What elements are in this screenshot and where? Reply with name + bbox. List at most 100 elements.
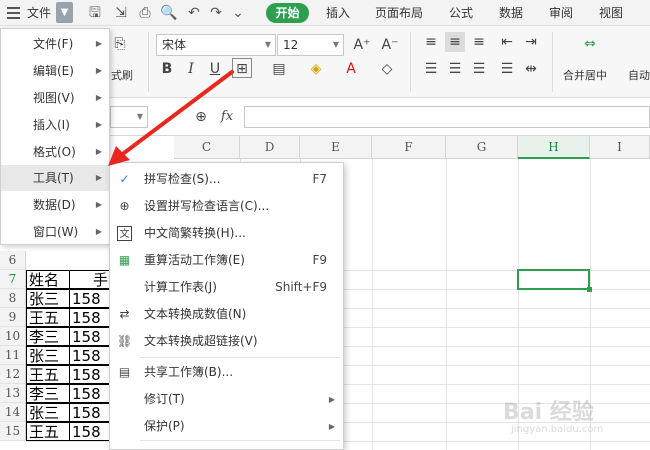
fx-label[interactable]: fx (217, 107, 237, 127)
selected-cell-h7[interactable] (517, 269, 592, 292)
table-cell[interactable]: 158 (69, 403, 111, 422)
table-cell[interactable]: 李三 (26, 327, 70, 346)
table-cell[interactable]: 李三 (26, 384, 70, 403)
row-header-12[interactable]: 12 (0, 365, 26, 384)
italic-icon[interactable]: I (181, 59, 201, 79)
tab-data[interactable]: 数据 (499, 0, 523, 26)
menu-item-format[interactable]: 格式(O) ▶ (1, 139, 109, 165)
underline-icon[interactable]: U (205, 59, 225, 79)
column-header-i[interactable]: I (590, 136, 650, 159)
table-cell[interactable]: 张三 (26, 403, 70, 422)
increase-font-icon[interactable]: A⁺ (352, 35, 372, 55)
column-header-f[interactable]: F (372, 136, 446, 159)
justify-icon[interactable]: ☰ (497, 59, 517, 79)
formula-input[interactable] (244, 106, 650, 128)
merge-center-button[interactable]: 合并居中 (563, 67, 607, 83)
zoom-search-icon[interactable]: ⊕ (191, 107, 211, 127)
row-header-14[interactable]: 14 (0, 403, 26, 422)
menu-item-calc-sheet[interactable]: 计算工作表(J) Shift+F9 (110, 274, 343, 301)
auto-wrap-button[interactable]: 自动 (628, 67, 650, 83)
bold-icon[interactable]: B (157, 59, 177, 79)
table-cell[interactable]: 158 (69, 422, 111, 441)
fill-color-icon[interactable]: ◈ (306, 59, 326, 79)
tab-view[interactable]: 视图 (599, 0, 623, 26)
align-left-icon[interactable]: ☰ (421, 59, 441, 79)
table-cell[interactable]: 王五 (26, 422, 70, 441)
increase-indent-icon[interactable]: ⇥ (521, 32, 541, 52)
table-cell[interactable]: 158 (69, 346, 111, 365)
menu-item-share-workbook[interactable]: ▤ 共享工作簿(B)... (110, 359, 343, 386)
borders-icon[interactable]: ⊞ (232, 58, 252, 78)
align-top-icon[interactable]: ≡ (421, 32, 441, 52)
row-header-6[interactable]: 6 (0, 251, 26, 270)
table-cell[interactable]: 王五 (26, 365, 70, 384)
menu-item-data[interactable]: 数据(D) ▶ (1, 192, 109, 218)
row-header-9[interactable]: 9 (0, 308, 26, 327)
align-bottom-icon[interactable]: ≡ (469, 32, 489, 52)
row-header-15[interactable]: 15 (0, 422, 26, 441)
row-header-8[interactable]: 8 (0, 289, 26, 308)
menu-item-protect[interactable]: 保护(P) ▶ (110, 413, 343, 440)
column-header-d[interactable]: D (240, 136, 300, 159)
row-header-11[interactable]: 11 (0, 346, 26, 365)
row-header-10[interactable]: 10 (0, 327, 26, 346)
redo-icon[interactable]: ↷ (207, 4, 225, 22)
table-cell[interactable]: 158 (69, 327, 111, 346)
column-header-h[interactable]: H (518, 136, 590, 159)
menu-item-recalc-workbook[interactable]: ▦ 重算活动工作簿(E) F9 (110, 247, 343, 274)
file-menu-button[interactable]: 文件 (27, 0, 51, 26)
font-color-icon[interactable]: A (341, 59, 361, 79)
menu-item-spell-language[interactable]: ⊕ 设置拼写检查语言(C)... (110, 193, 343, 220)
distributed-icon[interactable]: ⇹ (521, 59, 541, 79)
table-cell[interactable]: 158 (69, 365, 111, 384)
customize-quick-access-icon[interactable]: ⌄ (229, 4, 247, 22)
align-right-icon[interactable]: ☰ (469, 59, 489, 79)
undo-icon[interactable]: ↶ (185, 4, 203, 22)
table-cell[interactable]: 158 (69, 384, 111, 403)
table-cell[interactable]: 158 (69, 308, 111, 327)
merge-center-icon[interactable]: ⇔ (580, 34, 600, 54)
decrease-indent-icon[interactable]: ⇤ (497, 32, 517, 52)
tab-formulas[interactable]: 公式 (449, 0, 473, 26)
clear-format-icon[interactable]: ◇ (377, 59, 397, 79)
tab-review[interactable]: 审阅 (549, 0, 573, 26)
column-header-c[interactable]: C (174, 136, 240, 159)
row-header-7[interactable]: 7 (0, 270, 26, 289)
column-header-g[interactable]: G (446, 136, 518, 159)
paste-brush-icon[interactable]: ⎘ (110, 34, 130, 54)
tab-insert[interactable]: 插入 (326, 0, 350, 26)
save-icon[interactable]: 🖫 (86, 4, 104, 22)
column-header-e[interactable]: E (300, 136, 372, 159)
print-preview-icon[interactable]: 🔍 (160, 4, 178, 22)
menu-item-window[interactable]: 窗口(W) ▶ (1, 219, 109, 245)
row-header-13[interactable]: 13 (0, 384, 26, 403)
menu-item-insert[interactable]: 插入(I) ▶ (1, 112, 109, 138)
table-cell[interactable]: 张三 (26, 289, 70, 308)
table-cell[interactable]: 王五 (26, 308, 70, 327)
table-header-name[interactable]: 姓名 (26, 270, 70, 289)
font-name-select[interactable]: 宋体 ▼ (156, 34, 276, 56)
menu-item-view[interactable]: 视图(V) ▶ (1, 85, 109, 111)
menu-item-tools[interactable]: 工具(T) ▶ (1, 165, 109, 191)
menu-item-track-changes[interactable]: 修订(T) ▶ (110, 386, 343, 413)
menu-item-edit[interactable]: 编辑(E) ▶ (1, 58, 109, 84)
menu-item-text-to-hyperlink[interactable]: ⛓ 文本转换成超链接(V) (110, 328, 343, 355)
font-size-select[interactable]: 12 ▼ (277, 34, 344, 56)
name-box[interactable]: ▼ (110, 106, 148, 128)
menu-item-spell-check[interactable]: ✓ 拼写检查(S)... F7 (110, 166, 343, 193)
print-icon[interactable]: ⎙ (136, 4, 154, 22)
tab-start[interactable]: 开始 (266, 3, 309, 23)
table-header-phone[interactable]: 手 (69, 270, 111, 289)
export-icon[interactable]: ⇲ (112, 4, 130, 22)
menu-item-file[interactable]: 文件(F) ▶ (1, 31, 109, 57)
table-cell[interactable]: 158 (69, 289, 111, 308)
decrease-font-icon[interactable]: A⁻ (380, 35, 400, 55)
table-cell[interactable]: 张三 (26, 346, 70, 365)
align-middle-icon[interactable]: ≡ (445, 32, 465, 52)
hamburger-menu-icon[interactable] (7, 7, 20, 19)
align-center-icon[interactable]: ☰ (445, 59, 465, 79)
format-painter-button[interactable]: 式刷 (111, 67, 133, 83)
menu-item-chinese-conversion[interactable]: 文 中文简繁转换(H)... (110, 220, 343, 247)
menu-item-text-to-number[interactable]: ⇄ 文本转换成数值(N) (110, 301, 343, 328)
file-dropdown-arrow-icon[interactable]: ▼ (56, 2, 73, 23)
